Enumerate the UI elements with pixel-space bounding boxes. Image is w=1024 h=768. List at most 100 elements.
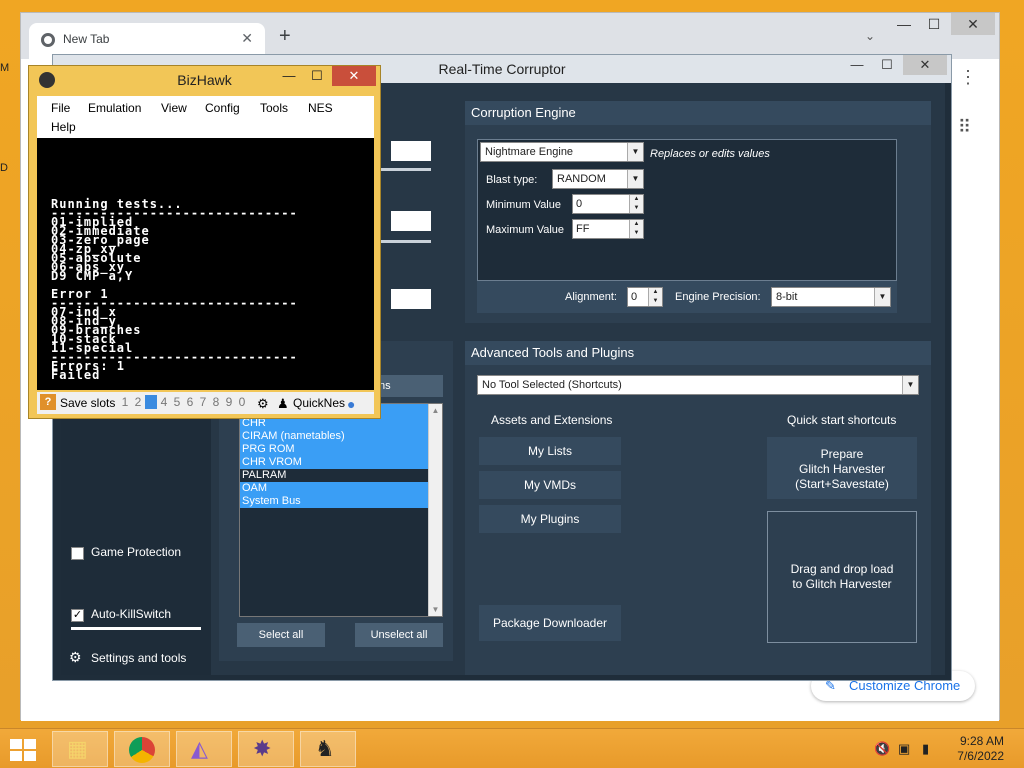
hidden-field-3[interactable]	[391, 289, 431, 309]
menu-nes[interactable]: NES	[308, 101, 333, 115]
chevron-down-icon: ▼	[627, 170, 643, 188]
maximum-value-input[interactable]: FF ▲ ▼	[572, 219, 644, 239]
apps-grid-icon[interactable]: ⠿	[958, 117, 971, 138]
chrome-menu-icon[interactable]: ⋮	[959, 67, 977, 88]
rtc-minimize-button[interactable]: —	[843, 55, 871, 75]
save-slot[interactable]: 3	[145, 395, 157, 409]
tool-icon[interactable]: ⚙	[257, 396, 269, 412]
bizhawk-maximize-button[interactable]: ☐	[304, 66, 330, 86]
my-vmds-button[interactable]: My VMDs	[479, 471, 621, 499]
volume-muted-icon[interactable]: 🔇	[874, 741, 890, 757]
chrome-maximize-button[interactable]: ☐	[919, 13, 949, 35]
save-slot[interactable]: 9	[223, 395, 235, 409]
rtc-close-button[interactable]: ✕	[903, 55, 947, 75]
menu-config[interactable]: Config	[205, 101, 240, 115]
engine-settings-box: Nightmare Engine ▼ Replaces or edits val…	[477, 139, 897, 281]
hidden-slider-2[interactable]	[381, 240, 431, 243]
chrome-minimize-button[interactable]: —	[889, 13, 919, 35]
save-slot[interactable]: 8	[210, 395, 222, 409]
memory-domain-item[interactable]: System Bus	[240, 495, 428, 508]
maximum-value-label: Maximum Value	[486, 224, 565, 236]
hidden-field-2[interactable]	[391, 211, 431, 231]
windows-logo-icon	[10, 739, 22, 749]
prepare-line-1: Prepare	[820, 447, 864, 461]
menu-file[interactable]: File	[51, 101, 70, 115]
emulator-screen[interactable]: Running tests... ------------------------…	[37, 138, 374, 390]
taskbar-bizhawk[interactable]: ♞	[300, 731, 356, 767]
engine-select[interactable]: Nightmare Engine ▼	[480, 142, 644, 162]
engine-precision-label: Engine Precision:	[675, 291, 761, 303]
clock-time: 9:28 AM	[959, 734, 1004, 748]
chevron-down-icon: ▼	[874, 288, 890, 306]
memory-domain-list[interactable]: WRAMCHRCIRAM (nametables)PRG ROMCHR VROM…	[239, 403, 443, 617]
prepare-glitch-harvester-button[interactable]: Prepare Glitch Harvester (Start+Savestat…	[767, 437, 917, 499]
new-tab-button[interactable]: +	[279, 25, 291, 48]
memory-list-empty-area	[240, 508, 428, 616]
tab-search-icon[interactable]: ⌄	[865, 29, 875, 43]
blast-type-value: RANDOM	[557, 173, 606, 185]
tab-close-icon[interactable]: ✕	[241, 30, 253, 47]
save-slot[interactable]: 1	[119, 395, 131, 409]
menu-emulation[interactable]: Emulation	[88, 101, 141, 115]
engine-description: Replaces or edits values	[650, 148, 770, 160]
network-icon[interactable]: ▣	[898, 741, 910, 757]
save-slot[interactable]: 4	[158, 395, 170, 409]
engine-precision-select[interactable]: 8-bit ▼	[771, 287, 891, 307]
taskbar-chrome[interactable]	[114, 731, 170, 767]
emulator-text-line: Failed	[51, 368, 101, 382]
start-button[interactable]	[10, 739, 38, 761]
auto-killswitch-checkbox[interactable]: ✓	[71, 609, 84, 622]
prepare-line-3: (Start+Savestate)	[795, 477, 889, 491]
memory-domain-item[interactable]: PALRAM	[240, 469, 428, 482]
save-slot[interactable]: 0	[236, 395, 248, 409]
alignment-input[interactable]: 0 ▲ ▼	[627, 287, 663, 307]
bizhawk-menubar: File Emulation View Config Tools NES Hel…	[37, 96, 374, 138]
game-protection-checkbox[interactable]	[71, 547, 84, 560]
menu-help[interactable]: Help	[51, 120, 76, 134]
auto-killswitch-label: Auto-KillSwitch	[91, 607, 172, 621]
emulator-text-line: D9 CMP a,Y	[51, 269, 134, 283]
alignment-label: Alignment:	[565, 291, 617, 303]
menu-tools[interactable]: Tools	[260, 101, 288, 115]
rtc-maximize-button[interactable]: ☐	[873, 55, 901, 75]
my-lists-button[interactable]: My Lists	[479, 437, 621, 465]
menu-view[interactable]: View	[161, 101, 187, 115]
tool-select[interactable]: No Tool Selected (Shortcuts) ▼	[477, 375, 919, 395]
tool-select-value: No Tool Selected (Shortcuts)	[482, 379, 622, 391]
taskbar-clock[interactable]: 9:28 AM 7/6/2022	[957, 734, 1004, 764]
bizhawk-close-button[interactable]: ✕	[332, 66, 376, 86]
save-slot[interactable]: 6	[184, 395, 196, 409]
save-slot[interactable]: 7	[197, 395, 209, 409]
battery-icon[interactable]: ▮	[922, 741, 929, 757]
spinner-icon[interactable]: ▲ ▼	[629, 220, 643, 238]
select-all-button[interactable]: Select all	[237, 623, 325, 647]
chrome-close-button[interactable]: ✕	[951, 13, 995, 35]
spinner-icon[interactable]: ▲ ▼	[629, 195, 643, 213]
my-plugins-button[interactable]: My Plugins	[479, 505, 621, 533]
memory-domain-item[interactable]: CIRAM (nametables)	[240, 430, 428, 443]
advanced-tools-header: Advanced Tools and Plugins	[465, 341, 931, 365]
hidden-field-1[interactable]	[391, 141, 431, 161]
memory-list-scrollbar[interactable]: ▲ ▼	[428, 404, 442, 616]
settings-and-tools-link[interactable]: Settings and tools	[91, 651, 186, 665]
bizhawk-window: BizHawk — ☐ ✕ File Emulation View Config…	[28, 65, 381, 419]
memory-domain-item[interactable]: PRG ROM	[240, 443, 428, 456]
unselect-all-button[interactable]: Unselect all	[355, 623, 443, 647]
taskbar-glitch-app[interactable]: ✸	[238, 731, 294, 767]
memory-domain-item[interactable]: CHR VROM	[240, 456, 428, 469]
settings-icon[interactable]: ⚙	[69, 649, 82, 666]
taskbar-rtc[interactable]: ◭	[176, 731, 232, 767]
minimum-value-input[interactable]: 0 ▲ ▼	[572, 194, 644, 214]
memory-domain-item[interactable]: OAM	[240, 482, 428, 495]
taskbar-file-explorer[interactable]: ▦	[52, 731, 108, 767]
spinner-icon[interactable]: ▲ ▼	[648, 288, 662, 306]
drag-drop-zone[interactable]: Drag and drop load to Glitch Harvester	[767, 511, 917, 643]
bizhawk-minimize-button[interactable]: —	[276, 66, 302, 86]
hidden-slider-1[interactable]	[381, 168, 431, 171]
package-downloader-button[interactable]: Package Downloader	[479, 605, 621, 641]
windows-logo-pane	[24, 739, 36, 749]
blast-type-select[interactable]: RANDOM ▼	[552, 169, 644, 189]
save-slot[interactable]: 5	[171, 395, 183, 409]
user-icon[interactable]: ●	[347, 396, 355, 412]
save-slot[interactable]: 2	[132, 395, 144, 409]
